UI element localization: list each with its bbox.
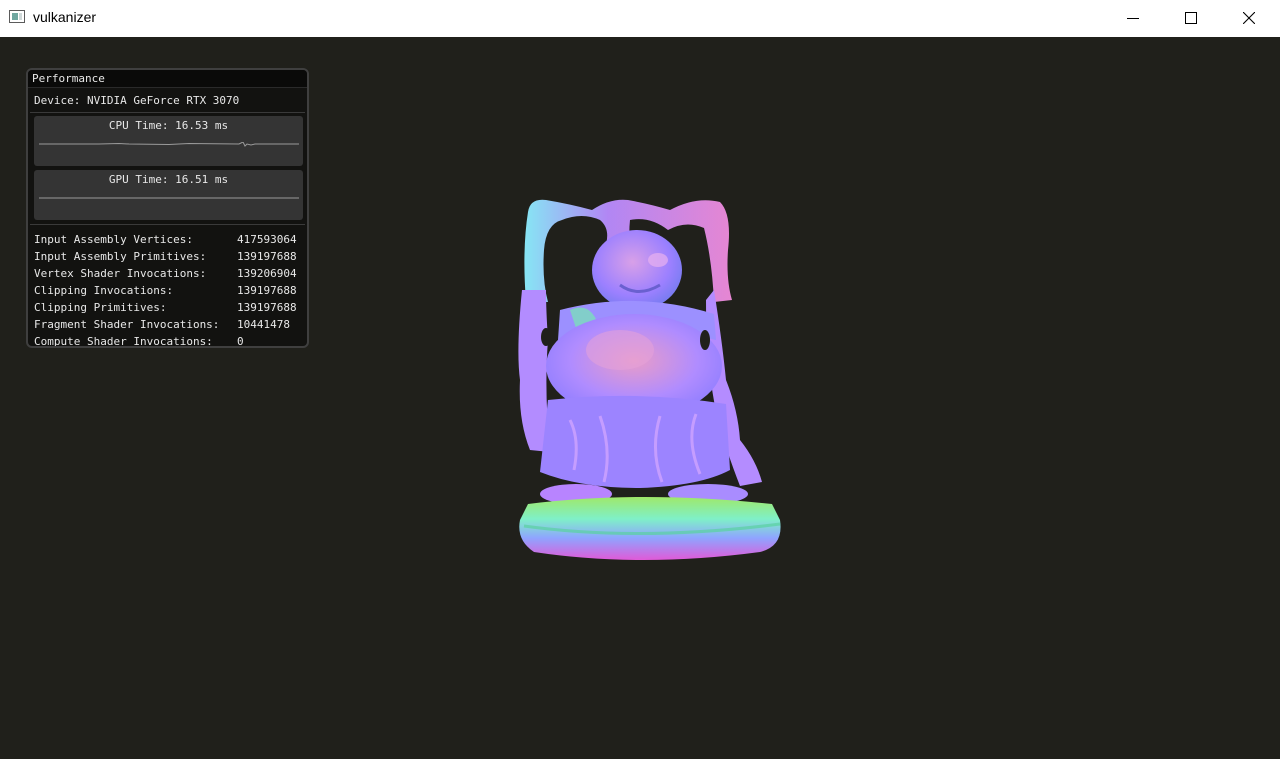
device-name: Device: NVIDIA GeForce RTX 3070 — [34, 94, 240, 107]
stat-row: Compute Shader Invocations: 0 — [34, 333, 307, 348]
cpu-time-graph: CPU Time: 16.53 ms — [34, 116, 303, 166]
stat-row: Input Assembly Primitives: 139197688 — [34, 248, 307, 265]
stat-label: Clipping Invocations: — [34, 284, 174, 297]
minimize-icon — [1127, 18, 1139, 19]
cpu-time-sparkline — [39, 142, 299, 147]
stat-label: Clipping Primitives: — [34, 301, 167, 314]
performance-panel[interactable]: Performance Device: NVIDIA GeForce RTX 3… — [26, 68, 309, 348]
stat-value: 139206904 — [237, 267, 297, 280]
window-title: vulkanizer — [33, 9, 97, 25]
stat-value: 10441478 — [237, 318, 290, 331]
close-button[interactable] — [1220, 0, 1278, 36]
separator — [30, 112, 305, 113]
app-window-icon — [9, 10, 25, 23]
stat-value: 139197688 — [237, 301, 297, 314]
buddha-model-render — [518, 199, 781, 560]
maximize-button[interactable] — [1162, 0, 1220, 36]
stat-value: 0 — [237, 335, 244, 348]
stat-label: Vertex Shader Invocations: — [34, 267, 207, 280]
maximize-icon — [1185, 12, 1197, 24]
stat-label: Compute Shader Invocations: — [34, 335, 213, 348]
close-icon — [1243, 12, 1255, 24]
stat-label: Fragment Shader Invocations: — [34, 318, 220, 331]
stat-row: Vertex Shader Invocations: 139206904 — [34, 265, 307, 282]
stat-value: 139197688 — [237, 250, 297, 263]
stat-label: Input Assembly Primitives: — [34, 250, 207, 263]
gpu-time-sparkline — [39, 197, 299, 199]
pipeline-stats: Input Assembly Vertices: 417593064 Input … — [28, 229, 307, 348]
minimize-button[interactable] — [1104, 0, 1162, 36]
title-bar: vulkanizer — [0, 0, 1280, 37]
stat-value: 417593064 — [237, 233, 297, 246]
stat-label: Input Assembly Vertices: — [34, 233, 193, 246]
panel-title[interactable]: Performance — [28, 70, 307, 88]
gpu-time-graph: GPU Time: 16.51 ms — [34, 170, 303, 220]
stat-value: 139197688 — [237, 284, 297, 297]
cpu-time-label: CPU Time: 16.53 ms — [108, 119, 229, 132]
stat-row: Clipping Invocations: 139197688 — [34, 282, 307, 299]
gpu-time-label: GPU Time: 16.51 ms — [108, 173, 229, 186]
stat-row: Clipping Primitives: 139197688 — [34, 299, 307, 316]
separator — [30, 224, 305, 225]
stat-row: Fragment Shader Invocations: 10441478 — [34, 316, 307, 333]
stat-row: Input Assembly Vertices: 417593064 — [34, 231, 307, 248]
